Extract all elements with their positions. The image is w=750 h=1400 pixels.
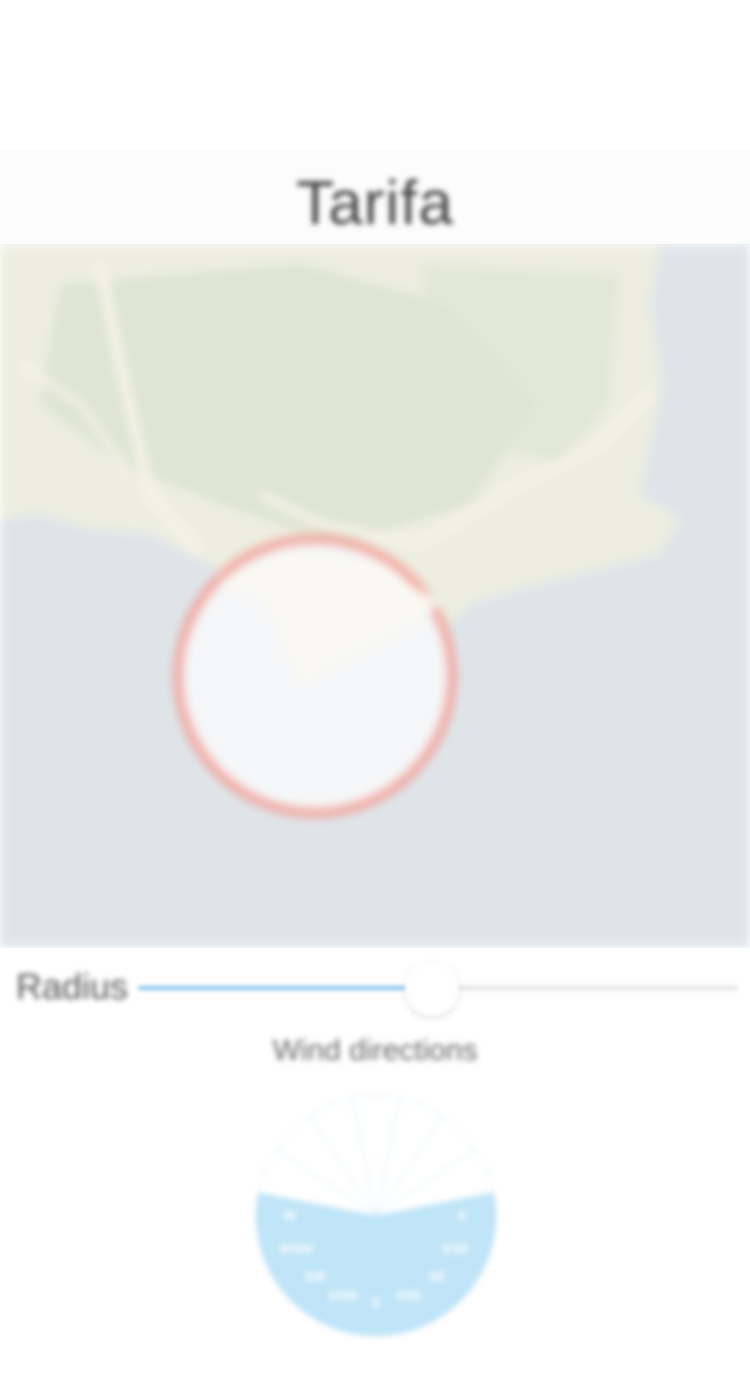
- nav-bar: Tarifa: [0, 150, 750, 245]
- wind-sector-label: NNW: [327, 1128, 359, 1143]
- wind-direction-dial[interactable]: N NNE NE ENE E ESE SE SSE S SSW SW WSW W WNW NW NNW: [254, 1094, 498, 1338]
- wind-sector-label: N: [371, 1122, 380, 1137]
- radius-row: Radius: [0, 950, 750, 1030]
- wind-sector-label: SE: [428, 1269, 446, 1284]
- wind-sector-label: NW: [304, 1147, 326, 1162]
- map-canvas[interactable]: [0, 244, 750, 948]
- wind-sector-label: NNE: [395, 1128, 423, 1143]
- wind-directions-title: Wind directions: [272, 1034, 478, 1067]
- wind-sector-label: S: [372, 1294, 381, 1309]
- wind-sector-label: WNW: [279, 1175, 314, 1190]
- status-area: [0, 0, 750, 150]
- wind-sector-label: ENE: [442, 1175, 469, 1190]
- screen: Tarifa Radius Wind directions N NNE NE ENE E…: [0, 0, 750, 1400]
- wind-sector-label: W: [283, 1208, 296, 1223]
- wind-sector-label: WSW: [280, 1241, 314, 1256]
- wind-sector-label: NE: [428, 1147, 446, 1162]
- wind-sector-label: SW: [304, 1269, 326, 1284]
- wind-sector-label: E: [458, 1208, 467, 1223]
- wind-sector-label: SSW: [328, 1288, 358, 1303]
- radius-slider-thumb[interactable]: [405, 962, 459, 1016]
- wind-sector-label: ESE: [443, 1241, 469, 1256]
- radius-slider-fill: [138, 986, 420, 990]
- radius-label: Radius: [16, 966, 129, 1007]
- page-title: Tarifa: [296, 169, 454, 238]
- wind-sector-label: SSE: [396, 1288, 422, 1303]
- map-view[interactable]: [0, 244, 750, 948]
